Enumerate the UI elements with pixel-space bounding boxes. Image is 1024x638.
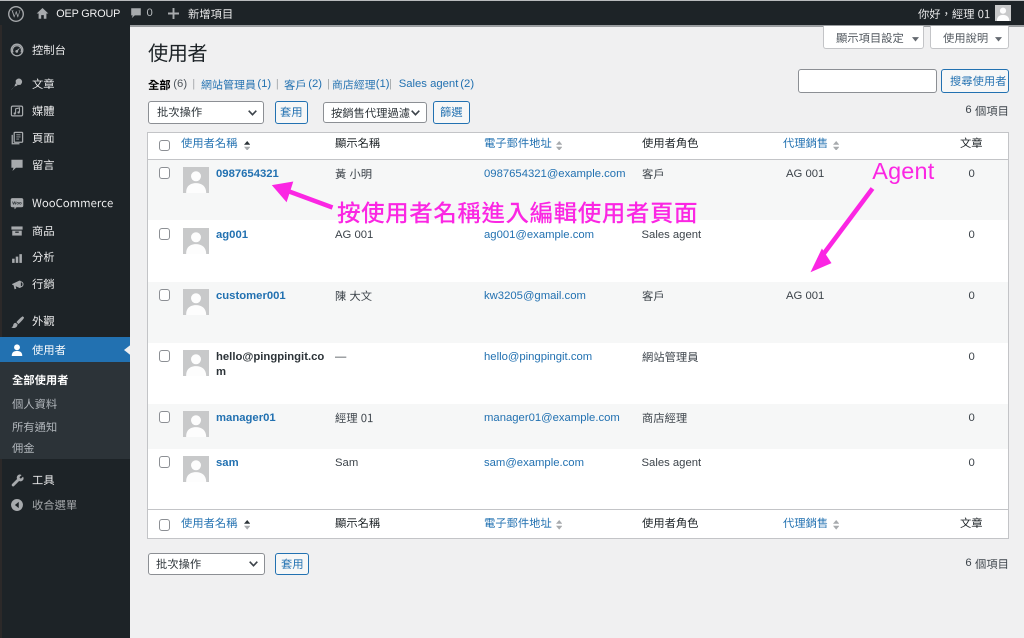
svg-text:W: W	[11, 9, 21, 20]
svg-text:Woo: Woo	[12, 201, 22, 206]
